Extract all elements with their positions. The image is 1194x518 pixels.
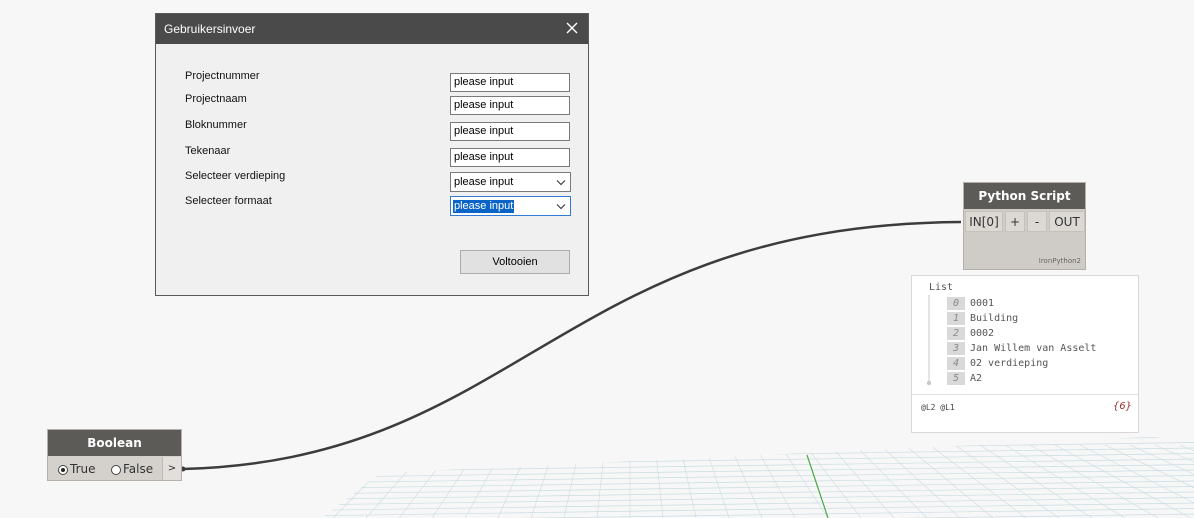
select-verdieping[interactable]: please input — [450, 172, 571, 192]
grid-line — [322, 444, 356, 518]
radio-unselected-icon — [111, 465, 121, 475]
select-formaat-value: please input — [453, 200, 515, 213]
radio-selected-icon — [58, 465, 68, 475]
grid-line — [201, 445, 305, 518]
chevron-down-icon — [556, 180, 566, 186]
list-item: 0 0001 — [947, 297, 994, 310]
boolean-node-title: Boolean — [48, 430, 181, 456]
radio-true[interactable]: True — [58, 463, 96, 476]
close-icon[interactable] — [562, 18, 582, 38]
label-verdieping: Selecteer verdieping — [185, 170, 286, 182]
list-title: List — [929, 282, 954, 293]
python-node-title: Python Script — [964, 183, 1085, 209]
remove-input-button[interactable]: - — [1027, 211, 1047, 232]
voltooien-button[interactable]: Voltooien — [460, 250, 570, 274]
grid-line — [729, 444, 763, 518]
chevron-down-icon — [556, 204, 566, 210]
label-formaat: Selecteer formaat — [185, 195, 272, 207]
add-input-button[interactable]: + — [1005, 211, 1025, 232]
grid-line — [322, 453, 1194, 467]
grid-line — [804, 444, 862, 518]
label-tekenaar: Tekenaar — [185, 145, 231, 157]
node-preview-bubble: List 0 0001 1 Building 2 0002 3 Jan Willem v… — [911, 275, 1139, 433]
list-tree-line — [926, 295, 932, 386]
list-item: 2 0002 — [947, 327, 994, 340]
grid-line — [322, 464, 1194, 478]
grid-line — [322, 447, 1194, 462]
list-item: 4 02 verdieping — [947, 357, 1048, 370]
grid-line — [322, 437, 1194, 451]
input-bloknummer[interactable]: please input — [450, 122, 570, 141]
grid-line — [464, 444, 506, 518]
label-projectnummer: Projectnummer — [185, 70, 260, 82]
list-count: {6} — [1112, 401, 1132, 412]
list-item: 5 A2 — [947, 372, 982, 385]
grid-line — [1004, 444, 1126, 518]
list-item: 1 Building — [947, 312, 1018, 325]
grid-line — [322, 508, 1194, 518]
dialog-title: Gebruikersinvoer — [164, 22, 256, 36]
grid-line — [431, 444, 481, 518]
boolean-output-port[interactable]: > — [162, 457, 181, 480]
grid-line — [704, 444, 730, 518]
python-output-port[interactable]: OUT — [1049, 211, 1085, 232]
list-levels[interactable]: @L2 @L1 — [921, 403, 955, 412]
python-script-node[interactable]: Python Script IN[0] + - OUT IronPython2 — [963, 182, 1086, 270]
grid-line — [322, 444, 331, 518]
user-input-dialog: Gebruikersinvoer Projectnummer please in… — [155, 13, 589, 296]
select-verdieping-value: please input — [454, 176, 514, 188]
label-bloknummer: Bloknummer — [185, 119, 247, 131]
label-projectnaam: Projectnaam — [185, 93, 247, 105]
grid-line — [322, 444, 381, 518]
input-projectnaam[interactable]: please input — [450, 96, 570, 115]
grid-line — [654, 444, 664, 518]
grid-line — [322, 475, 1194, 489]
radio-false[interactable]: False — [111, 463, 153, 476]
grid-line — [322, 491, 1194, 506]
radio-false-label: False — [123, 462, 154, 476]
grid-line — [322, 486, 1194, 500]
boolean-node[interactable]: Boolean True False > — [47, 429, 182, 481]
preview-divider — [912, 394, 1138, 395]
select-formaat[interactable]: please input — [450, 196, 571, 216]
grid-line — [679, 444, 697, 518]
list-item: 3 Jan Willem van Asselt — [947, 342, 1096, 355]
input-projectnummer[interactable]: please input — [450, 73, 570, 92]
grid-line — [322, 442, 1194, 456]
dialog-title-bar[interactable]: Gebruikersinvoer — [156, 14, 588, 44]
grid-line — [322, 480, 1194, 495]
workspace-canvas[interactable]: Gebruikersinvoer Projectnummer please in… — [0, 0, 1194, 518]
grid-line — [596, 444, 606, 518]
grid-line — [322, 497, 1194, 511]
python-engine-label: IronPython2 — [1038, 257, 1081, 265]
python-input-port[interactable]: IN[0] — [965, 211, 1003, 232]
radio-true-label: True — [70, 462, 96, 476]
grid-line — [168, 445, 280, 518]
grid-line — [829, 444, 895, 518]
input-tekenaar[interactable]: please input — [450, 148, 570, 167]
grid-line — [563, 444, 581, 518]
grid-line — [322, 502, 1194, 517]
grid-line — [854, 444, 928, 518]
grid-line — [322, 458, 1194, 473]
